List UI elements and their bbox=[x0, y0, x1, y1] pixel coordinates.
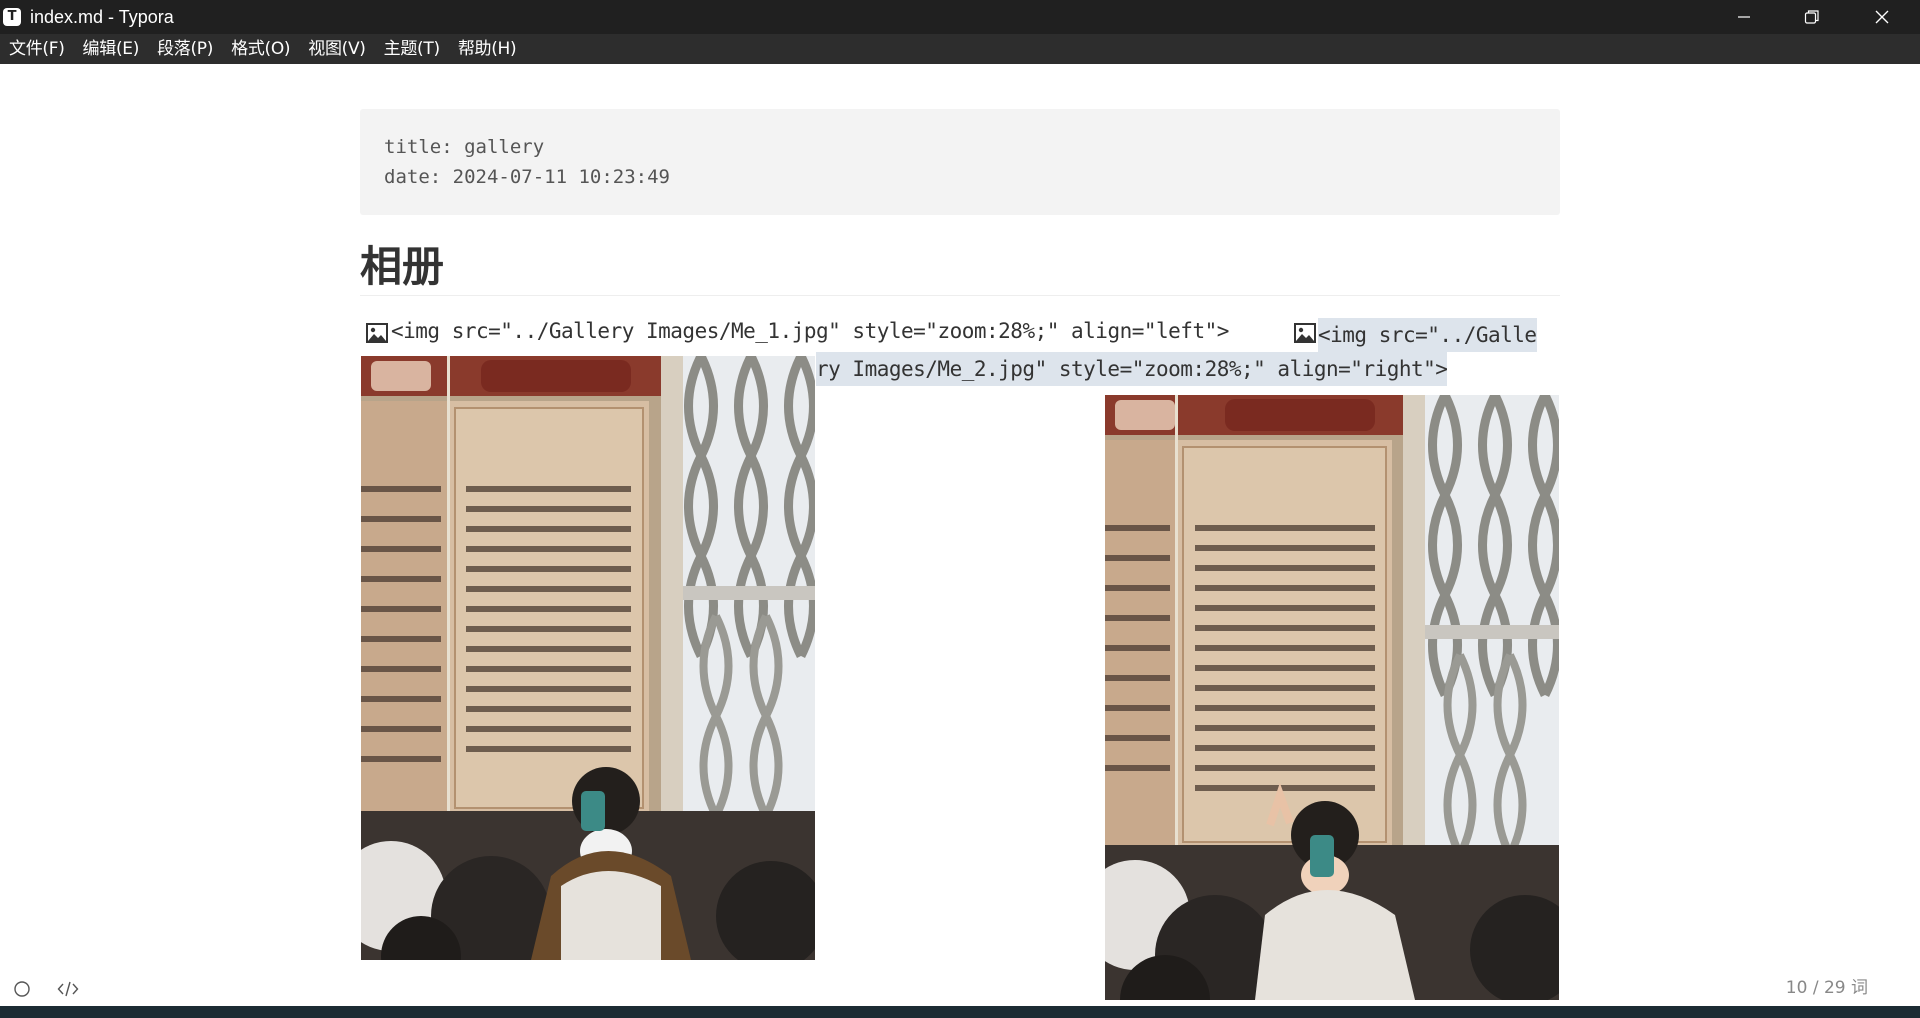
outline-toggle-icon bbox=[14, 981, 30, 997]
img1-html-source[interactable]: <img src="../Gallery Images/Me_1.jpg" st… bbox=[391, 314, 1229, 348]
page-heading[interactable]: 相册 bbox=[360, 238, 1560, 296]
restore-button[interactable] bbox=[1784, 0, 1840, 34]
menu-theme[interactable]: 主题(T) bbox=[375, 34, 449, 64]
menu-view[interactable]: 视图(V) bbox=[299, 34, 374, 64]
image-icon bbox=[366, 323, 388, 343]
typora-app-icon: T bbox=[3, 8, 21, 26]
window-title: index.md - Typora bbox=[30, 7, 174, 27]
front-matter-date-line: date: 2024-07-11 10:23:49 bbox=[384, 166, 670, 188]
menu-file[interactable]: 文件(F) bbox=[0, 34, 74, 64]
menu-bar: 文件(F) 编辑(E) 段落(P) 格式(O) 视图(V) 主题(T) 帮助(H… bbox=[0, 34, 1920, 64]
img2-html-source-line1[interactable]: <img src="../Galle bbox=[1318, 318, 1537, 352]
minimize-icon bbox=[1738, 16, 1750, 18]
close-button[interactable] bbox=[1854, 0, 1910, 34]
editor-area[interactable]: title: gallery date: 2024-07-11 10:23:49… bbox=[0, 64, 1920, 1006]
outline-toggle-button[interactable] bbox=[10, 977, 34, 1001]
source-code-mode-button[interactable] bbox=[56, 977, 80, 1001]
menu-help[interactable]: 帮助(H) bbox=[449, 34, 526, 64]
image-icon bbox=[1294, 323, 1316, 343]
yaml-front-matter[interactable]: title: gallery date: 2024-07-11 10:23:49 bbox=[360, 109, 1560, 215]
front-matter-title-line: title: gallery bbox=[384, 136, 545, 158]
title-bar: T index.md - Typora bbox=[0, 0, 1920, 34]
source-code-mode-icon bbox=[57, 981, 79, 997]
gallery-photo-me-1[interactable] bbox=[361, 356, 815, 960]
taskbar-edge bbox=[0, 1006, 1920, 1018]
status-bar: 10 / 29 词 bbox=[0, 970, 1920, 1006]
menu-format[interactable]: 格式(O) bbox=[222, 34, 299, 64]
close-icon bbox=[1875, 10, 1889, 24]
minimize-button[interactable] bbox=[1716, 0, 1772, 34]
photo-me-2-image bbox=[1105, 395, 1559, 1000]
word-count[interactable]: 10 / 29 词 bbox=[1786, 976, 1868, 1000]
photo-me-1-image bbox=[361, 356, 815, 960]
restore-icon bbox=[1804, 10, 1819, 24]
menu-edit[interactable]: 编辑(E) bbox=[74, 34, 149, 64]
gallery-photo-me-2[interactable] bbox=[1105, 395, 1559, 1000]
img2-html-source-line2[interactable]: ry Images/Me_2.jpg" style="zoom:28%;" al… bbox=[816, 352, 1448, 386]
menu-paragraph[interactable]: 段落(P) bbox=[148, 34, 222, 64]
